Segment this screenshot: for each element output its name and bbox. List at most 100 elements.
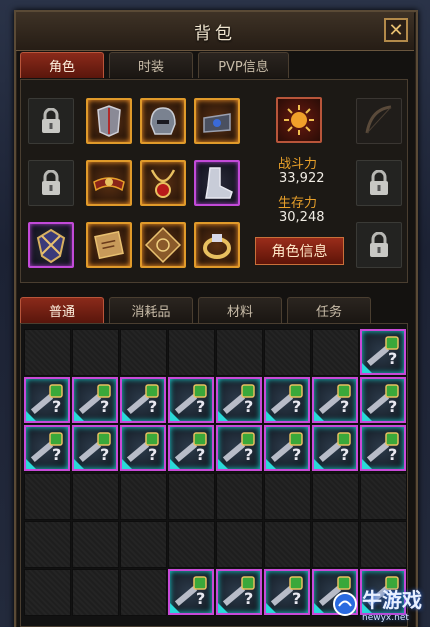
rarity-corner: [74, 459, 84, 469]
inventory-item[interactable]: ?: [120, 377, 166, 423]
inventory-slot[interactable]: [360, 473, 407, 520]
inventory-item[interactable]: ?: [216, 569, 262, 615]
inventory-slot[interactable]: [264, 329, 311, 376]
svg-text:?: ?: [196, 589, 205, 608]
locked-slot[interactable]: [28, 160, 74, 206]
inventory-item[interactable]: ?: [24, 425, 70, 471]
rarity-corner: [26, 411, 36, 421]
rarity-corner: [218, 411, 228, 421]
inventory-item[interactable]: ?: [72, 425, 118, 471]
inventory-item[interactable]: ?: [264, 425, 310, 471]
rarity-corner: [362, 411, 372, 421]
equip-slot-necklace[interactable]: [140, 160, 186, 206]
scroll-icon: [94, 230, 124, 260]
locked-slot[interactable]: [28, 98, 74, 144]
equip-slot-rune-tablet[interactable]: [140, 222, 186, 268]
inventory-slot[interactable]: [264, 473, 311, 520]
sun-emblem-icon: [284, 105, 314, 135]
equip-slot-boots[interactable]: [194, 160, 240, 206]
inventory-slot[interactable]: [216, 473, 263, 520]
inventory-item[interactable]: ?: [312, 425, 358, 471]
equip-slot-ring[interactable]: [194, 222, 240, 268]
inventory-slot[interactable]: [312, 473, 359, 520]
rarity-corner: [170, 459, 180, 469]
inventory-slot[interactable]: [216, 521, 263, 568]
ring-icon: [203, 234, 231, 259]
inventory-slot[interactable]: [24, 473, 71, 520]
inventory-slot[interactable]: [24, 329, 71, 376]
inventory-item[interactable]: ?: [360, 377, 406, 423]
tab-normal[interactable]: 普通: [20, 297, 104, 323]
inventory-slot[interactable]: [168, 473, 215, 520]
inventory-slot[interactable]: [72, 329, 119, 376]
inventory-slot[interactable]: [360, 521, 407, 568]
inventory-slot[interactable]: [168, 329, 215, 376]
inventory-slot[interactable]: [168, 521, 215, 568]
inventory-item[interactable]: ?: [216, 377, 262, 423]
equip-slot-gauntlet[interactable]: [194, 98, 240, 144]
inventory-item[interactable]: ?: [312, 377, 358, 423]
inventory-slot[interactable]: [312, 521, 359, 568]
inventory-item[interactable]: ?: [168, 377, 214, 423]
watermark-main: 牛游戏: [362, 588, 422, 612]
lock-icon: [370, 170, 388, 195]
locked-slot[interactable]: [356, 160, 402, 206]
equip-slot-scroll[interactable]: [86, 222, 132, 268]
inventory-item[interactable]: ?: [360, 425, 406, 471]
rarity-corner: [122, 459, 132, 469]
svg-text:?: ?: [244, 445, 253, 464]
inventory-slot[interactable]: [312, 329, 359, 376]
tab-fashion[interactable]: 时装: [109, 52, 193, 78]
locked-slot[interactable]: [356, 222, 402, 268]
svg-text:?: ?: [340, 397, 349, 416]
inventory-item[interactable]: ?: [264, 377, 310, 423]
rune-tablet-icon: [144, 226, 182, 264]
rarity-corner: [74, 411, 84, 421]
lock-icon: [370, 232, 388, 257]
svg-text:?: ?: [148, 445, 157, 464]
inventory-item[interactable]: ?: [120, 425, 166, 471]
inventory-slot[interactable]: [120, 569, 167, 616]
inventory-item[interactable]: ?: [360, 329, 406, 375]
equip-slot-chest[interactable]: [86, 98, 132, 144]
inventory-slot[interactable]: [24, 569, 71, 616]
inventory-item[interactable]: ?: [168, 425, 214, 471]
inventory-slot[interactable]: [72, 569, 119, 616]
rarity-corner: [314, 411, 324, 421]
tab-quests[interactable]: 任务: [287, 297, 371, 323]
inventory-slot[interactable]: [72, 473, 119, 520]
inventory-slot[interactable]: [216, 329, 263, 376]
site-watermark: 牛游戏 newyx.net: [332, 584, 422, 623]
tab-character[interactable]: 角色: [20, 52, 104, 78]
tab-materials[interactable]: 材料: [198, 297, 282, 323]
inventory-slot[interactable]: [120, 521, 167, 568]
emblem-slot[interactable]: [276, 97, 322, 143]
inventory-item[interactable]: ?: [24, 377, 70, 423]
survival-power-label: 生存力: [278, 196, 318, 211]
rarity-corner: [218, 459, 228, 469]
combat-power-value: 33,922: [279, 171, 325, 186]
close-button[interactable]: ✕: [384, 18, 408, 42]
inventory-slot[interactable]: [264, 521, 311, 568]
character-info-button[interactable]: 角色信息: [255, 237, 344, 265]
inventory-slot[interactable]: [72, 521, 119, 568]
inventory-item[interactable]: ?: [72, 377, 118, 423]
inventory-slot[interactable]: [120, 473, 167, 520]
bow-slot[interactable]: [356, 98, 402, 144]
equip-slot-helmet[interactable]: [140, 98, 186, 144]
tab-pvp-info[interactable]: PVP信息: [198, 52, 289, 78]
crest-slot[interactable]: [28, 222, 74, 268]
chest-armor-icon: [97, 105, 121, 137]
inventory-item[interactable]: ?: [168, 569, 214, 615]
svg-text:?: ?: [340, 445, 349, 464]
svg-text:?: ?: [100, 397, 109, 416]
tab-consumables[interactable]: 消耗品: [109, 297, 193, 323]
svg-text:?: ?: [244, 589, 253, 608]
equip-slot-belt[interactable]: [86, 160, 132, 206]
inventory-slot[interactable]: [24, 521, 71, 568]
rarity-corner: [362, 363, 372, 373]
inventory-slot[interactable]: [120, 329, 167, 376]
rarity-corner: [266, 411, 276, 421]
inventory-item[interactable]: ?: [216, 425, 262, 471]
inventory-item[interactable]: ?: [264, 569, 310, 615]
